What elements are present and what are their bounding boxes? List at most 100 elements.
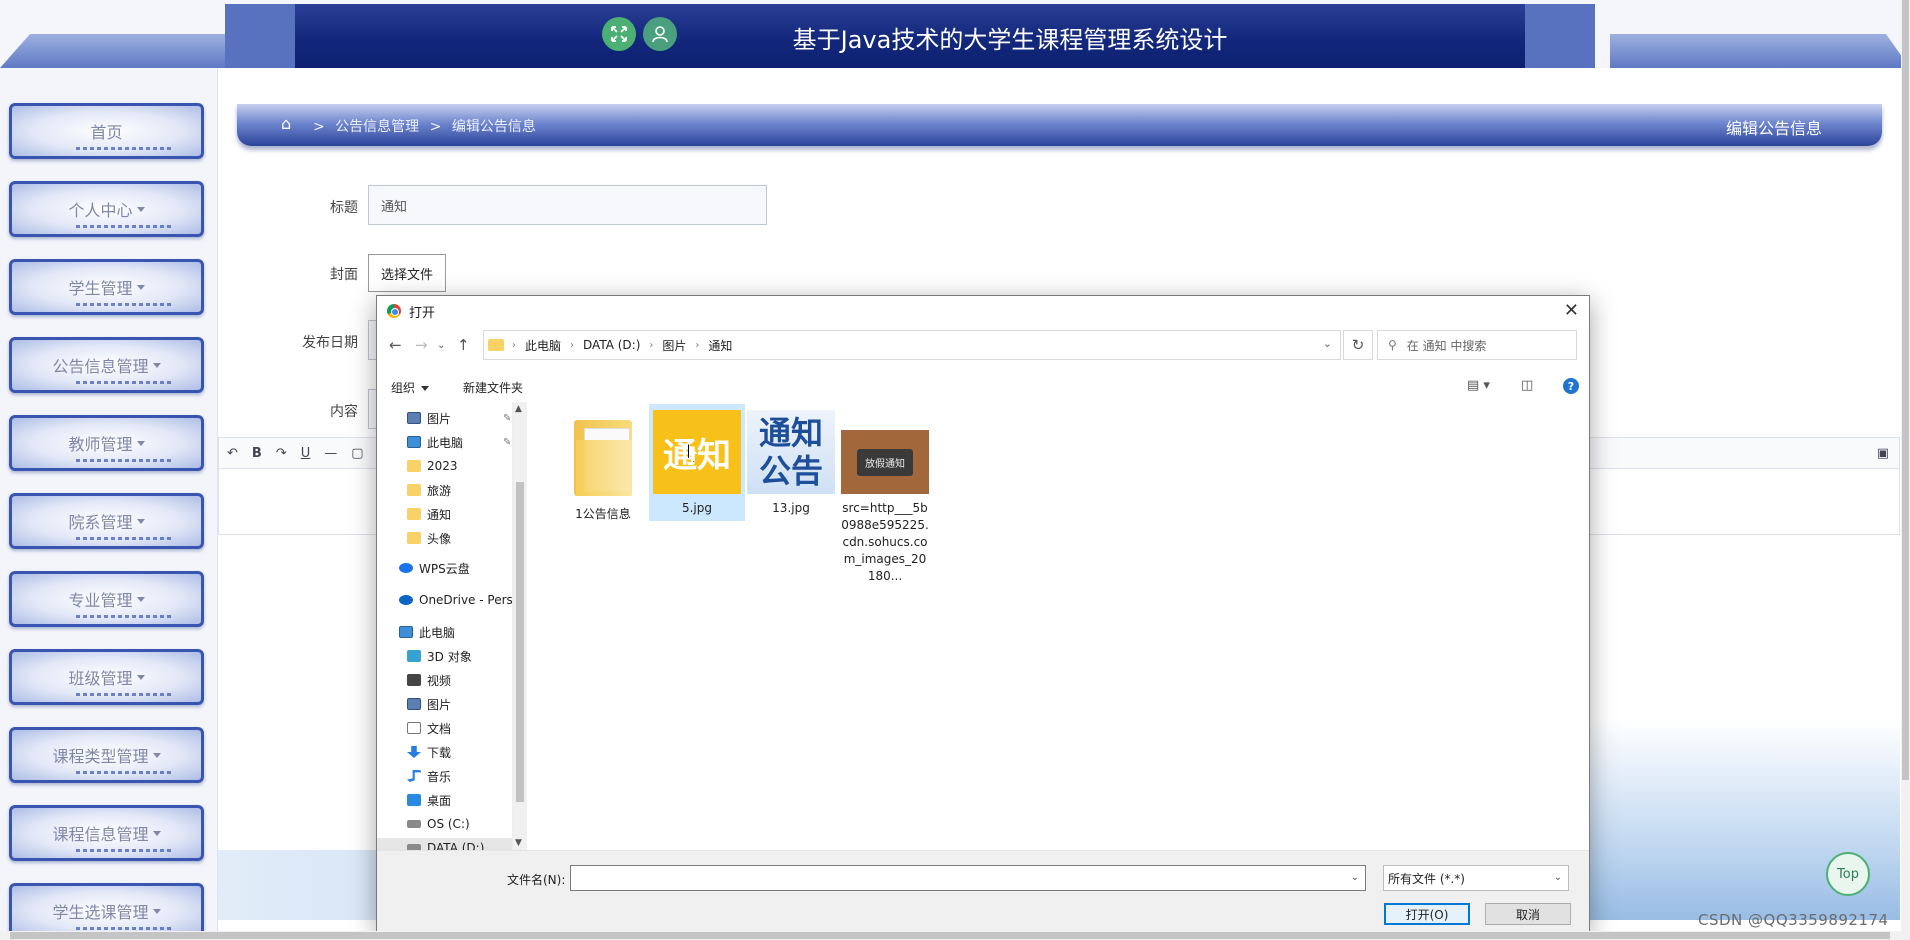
- user-button[interactable]: [643, 17, 677, 51]
- undo-icon[interactable]: ↶: [227, 446, 238, 461]
- bold-icon[interactable]: B: [252, 446, 262, 461]
- sidebar-item-course-info-mgmt[interactable]: 课程信息管理: [9, 805, 204, 861]
- blank-page-icon[interactable]: ▢: [351, 446, 363, 461]
- address-segment[interactable]: 通知: [708, 337, 732, 354]
- tree-item[interactable]: 图片 ✎: [377, 408, 512, 428]
- sidebar-item-personal-center[interactable]: 个人中心: [9, 181, 204, 237]
- app-title: 基于Java技术的大学生课程管理系统设计: [792, 26, 1228, 54]
- sidebar-item-class-mgmt[interactable]: 班级管理: [9, 649, 204, 705]
- file-item-image[interactable]: 通知公告 13.jpg: [743, 404, 839, 521]
- scrollbar-thumb[interactable]: [516, 482, 524, 802]
- organize-menu[interactable]: 组织: [391, 379, 430, 396]
- tree-item[interactable]: OS (C:): [377, 814, 512, 834]
- view-mode-icon[interactable]: ▤ ▾: [1467, 378, 1490, 393]
- chevron-down-icon[interactable]: ⌄: [1323, 337, 1332, 350]
- tree-item[interactable]: 图片: [377, 694, 512, 714]
- refresh-button[interactable]: ↻: [1343, 330, 1373, 360]
- back-to-top-button[interactable]: Top: [1826, 852, 1870, 896]
- up-arrow-icon[interactable]: ↑: [457, 336, 470, 354]
- tree-item[interactable]: OneDrive - Perso: [377, 590, 513, 610]
- file-item-image[interactable]: 通知 5.jpg: [649, 404, 745, 521]
- recent-dropdown-icon[interactable]: ⌄: [437, 340, 445, 351]
- sidebar-item-home[interactable]: 首页: [9, 103, 204, 159]
- refresh-icon: ↻: [1351, 336, 1365, 354]
- cube-icon: [407, 650, 421, 662]
- tree-item-label: OneDrive - Perso: [419, 593, 513, 607]
- img-icon: [407, 412, 421, 424]
- page-scrollbar-vertical[interactable]: [1901, 0, 1910, 940]
- tree-item[interactable]: DATA (D:): [377, 838, 512, 850]
- sidebar-item-label: 个人中心: [68, 201, 133, 220]
- tree-item[interactable]: 桌面: [377, 790, 512, 810]
- tree-item[interactable]: 下载: [377, 742, 512, 762]
- dotted-decoration: [76, 771, 172, 774]
- filetype-select[interactable]: 所有文件 (*.*) ⌄: [1383, 865, 1569, 891]
- redo-icon[interactable]: ↷: [276, 446, 287, 461]
- filename-input[interactable]: ⌄: [570, 865, 1366, 891]
- page-title: 编辑公告信息: [1725, 119, 1822, 138]
- desk-icon: [407, 794, 421, 806]
- close-icon[interactable]: ✕: [1564, 300, 1579, 321]
- tree-item-label: WPS云盘: [419, 561, 470, 576]
- tree-item[interactable]: 文档: [377, 718, 512, 738]
- scroll-up-icon[interactable]: ▲: [515, 404, 522, 414]
- preview-pane-icon[interactable]: ◫: [1521, 378, 1533, 393]
- tree-item[interactable]: 音乐: [377, 766, 512, 786]
- tree-item[interactable]: 旅游: [377, 480, 512, 500]
- tree-item-label: 此电脑: [427, 435, 464, 450]
- image-thumbnail: 放假通知: [841, 430, 929, 494]
- music-icon: [407, 770, 421, 782]
- breadcrumb-item-notice-mgmt[interactable]: 公告信息管理: [335, 119, 419, 135]
- tree-item[interactable]: 视频: [377, 670, 512, 690]
- search-input[interactable]: ⚲ 在 通知 中搜索: [1377, 330, 1577, 360]
- filetype-value: 所有文件 (*.*): [1388, 871, 1465, 886]
- chevron-down-icon[interactable]: ⌄: [1351, 872, 1359, 883]
- address-segment[interactable]: DATA (D:): [583, 338, 640, 352]
- forward-arrow-icon[interactable]: →: [415, 336, 428, 354]
- choose-file-button[interactable]: 选择文件: [368, 254, 447, 292]
- tree-item[interactable]: 2023: [377, 456, 512, 476]
- tree-item-label: 下载: [427, 745, 452, 760]
- horizontal-rule-icon[interactable]: —: [324, 446, 337, 461]
- address-bar[interactable]: › 此电脑 › DATA (D:) › 图片 › 通知 ⌄: [483, 330, 1341, 360]
- sidebar-item-department-mgmt[interactable]: 院系管理: [9, 493, 204, 549]
- page-scrollbar-horizontal[interactable]: [0, 931, 1901, 940]
- sidebar-item-teacher-mgmt[interactable]: 教师管理: [9, 415, 204, 471]
- tree-item[interactable]: WPS云盘: [377, 558, 512, 578]
- tree-item[interactable]: 头像: [377, 528, 512, 548]
- help-icon[interactable]: ?: [1563, 378, 1579, 394]
- cover-label: 封面: [330, 267, 358, 283]
- underline-icon[interactable]: U: [301, 446, 311, 461]
- fullscreen-button[interactable]: [602, 17, 636, 51]
- back-arrow-icon[interactable]: ←: [389, 336, 402, 354]
- sidebar-item-label: 课程类型管理: [52, 747, 149, 766]
- new-folder-button[interactable]: 新建文件夹: [463, 379, 523, 396]
- cancel-button[interactable]: 取消: [1485, 903, 1571, 925]
- title-input[interactable]: 通知: [368, 185, 767, 225]
- sidebar-item-student-mgmt[interactable]: 学生管理: [9, 259, 204, 315]
- tree-item[interactable]: 3D 对象: [377, 646, 512, 666]
- chevron-down-icon: ⌄: [1553, 872, 1562, 883]
- file-item-image[interactable]: 放假通知 src=http___5b0988e595225.cdn.sohucs…: [837, 404, 933, 589]
- down-icon: [407, 746, 421, 758]
- open-button[interactable]: 打开(O): [1384, 903, 1470, 925]
- home-icon[interactable]: ⌂: [281, 114, 291, 133]
- sidebar-item-major-mgmt[interactable]: 专业管理: [9, 571, 204, 627]
- search-placeholder: 在 通知 中搜索: [1406, 338, 1487, 353]
- tree-item[interactable]: 此电脑: [377, 622, 512, 642]
- pin-icon: ✎: [503, 436, 512, 448]
- sidebar-item-course-type-mgmt[interactable]: 课程类型管理: [9, 727, 204, 783]
- tree-scrollbar[interactable]: ▲ ▼: [513, 402, 527, 850]
- tree-item[interactable]: 此电脑 ✎: [377, 432, 512, 452]
- file-item-folder[interactable]: 1公告信息: [555, 410, 651, 527]
- sidebar-item-notice-mgmt[interactable]: 公告信息管理: [9, 337, 204, 393]
- tree-item[interactable]: 通知: [377, 504, 512, 524]
- address-segment[interactable]: 此电脑: [525, 337, 561, 354]
- dialog-title: 打开: [409, 305, 436, 321]
- address-segment[interactable]: 图片: [662, 337, 686, 354]
- navigation-tree: 图片 ✎ 此电脑 ✎ 2023 旅游 通知 头像 WPS云盘 OneDrive - Perso 此电…: [377, 402, 513, 850]
- scroll-down-icon[interactable]: ▼: [515, 838, 522, 848]
- publish-date-label: 发布日期: [302, 335, 358, 351]
- source-code-icon[interactable]: ▣: [1877, 446, 1889, 461]
- tree-item-label: 头像: [427, 531, 452, 546]
